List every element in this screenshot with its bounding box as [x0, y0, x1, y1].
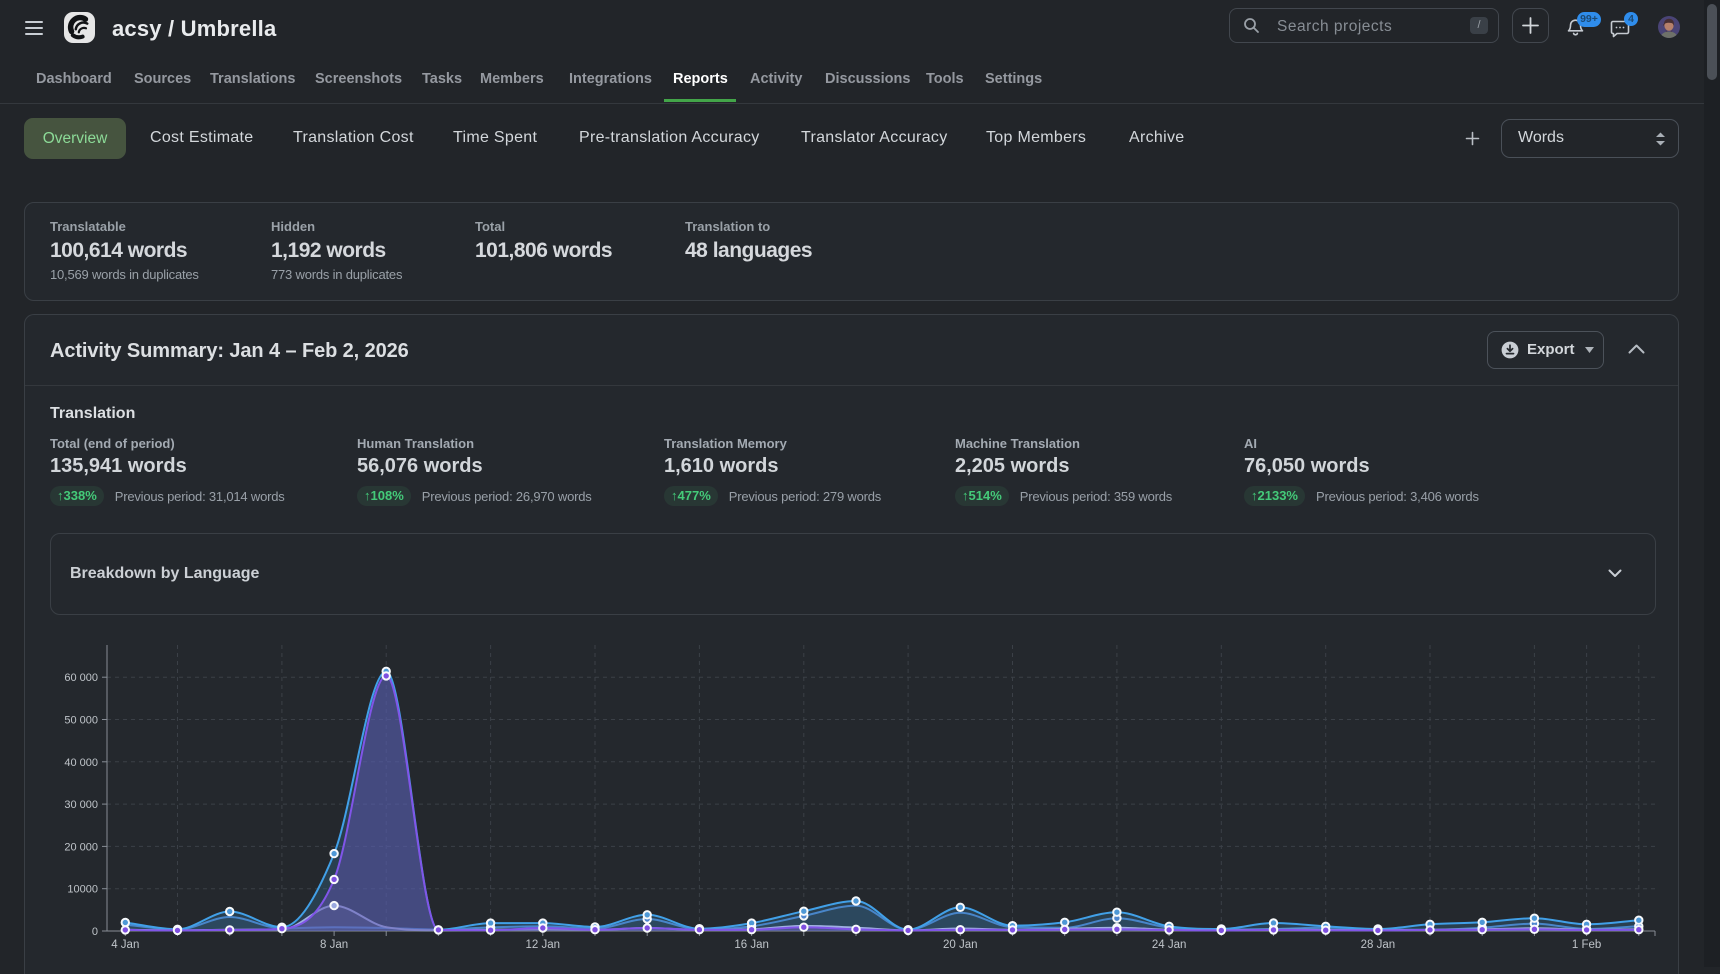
svg-text:12 Jan: 12 Jan [526, 939, 561, 951]
svg-text:28 Jan: 28 Jan [1361, 939, 1396, 951]
svg-text:10000: 10000 [67, 884, 98, 896]
svg-text:16 Jan: 16 Jan [734, 939, 769, 951]
svg-text:1 Feb: 1 Feb [1572, 939, 1601, 951]
svg-text:24 Jan: 24 Jan [1152, 939, 1187, 951]
svg-text:30 000: 30 000 [64, 799, 98, 811]
svg-text:20 000: 20 000 [64, 841, 98, 853]
svg-text:60 000: 60 000 [64, 672, 98, 684]
svg-text:0: 0 [92, 926, 98, 938]
svg-text:4 Jan: 4 Jan [111, 939, 139, 951]
svg-text:50 000: 50 000 [64, 715, 98, 727]
svg-text:20 Jan: 20 Jan [943, 939, 978, 951]
svg-text:40 000: 40 000 [64, 757, 98, 769]
svg-text:8 Jan: 8 Jan [320, 939, 348, 951]
